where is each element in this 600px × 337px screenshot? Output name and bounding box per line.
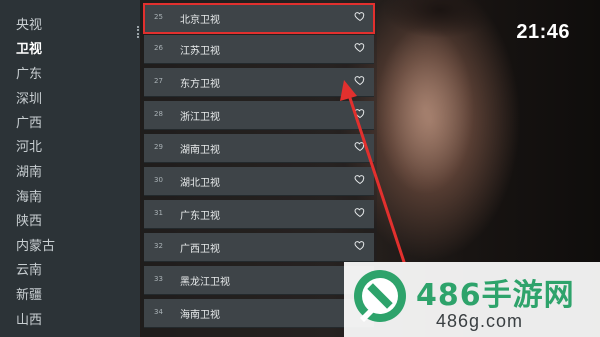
channel-row[interactable]: 29 湖南卫视	[144, 134, 374, 163]
province-item[interactable]: 央视	[16, 14, 42, 33]
favorite-heart-icon[interactable]	[354, 10, 366, 22]
channel-name: 湖北卫视	[180, 178, 220, 189]
favorite-heart-icon[interactable]	[354, 107, 366, 119]
channel-name: 浙江卫视	[180, 112, 220, 123]
province-item[interactable]: 湖南	[16, 161, 42, 180]
channel-number: 29	[154, 143, 163, 151]
watermark-logo-icon	[354, 270, 406, 322]
channel-name: 江苏卫视	[180, 46, 220, 57]
channel-name: 湖南卫视	[180, 145, 220, 156]
favorite-heart-icon[interactable]	[354, 173, 366, 185]
province-item[interactable]: 内蒙古	[16, 235, 55, 254]
province-item[interactable]: 新疆	[16, 284, 42, 303]
channel-name: 广西卫视	[180, 244, 220, 255]
favorite-heart-icon[interactable]	[354, 41, 366, 53]
channel-number: 32	[154, 242, 163, 250]
province-item[interactable]: 海南	[16, 186, 42, 205]
province-item[interactable]: 云南	[16, 259, 42, 278]
favorite-heart-icon[interactable]	[354, 239, 366, 251]
channel-number: 30	[154, 176, 163, 184]
province-item[interactable]: 河北	[16, 136, 42, 155]
channel-row[interactable]: 32 广西卫视	[144, 233, 374, 262]
channel-name: 海南卫视	[180, 310, 220, 321]
channel-number: 26	[154, 44, 163, 52]
favorite-heart-icon[interactable]	[354, 206, 366, 218]
channel-name: 广东卫视	[180, 211, 220, 222]
channel-name: 北京卫视	[180, 15, 220, 26]
channel-number: 28	[154, 110, 163, 118]
favorite-heart-icon[interactable]	[354, 74, 366, 86]
province-item[interactable]: 陕西	[16, 210, 42, 229]
clock: 21:46	[516, 21, 570, 43]
province-list: 央视 卫视 广东 深圳 广西 河北 湖南 海南 陕西 内蒙古 云南 新疆 山西	[0, 0, 140, 337]
channel-name: 东方卫视	[180, 79, 220, 90]
channel-row[interactable]: 31 广东卫视	[144, 200, 374, 229]
channel-number: 31	[154, 209, 163, 217]
watermark-title: 486手游网	[416, 278, 575, 313]
channel-row[interactable]: 33 黑龙江卫视	[144, 266, 374, 295]
channel-row[interactable]: 26 江苏卫视	[144, 35, 374, 64]
province-item[interactable]: 深圳	[16, 88, 42, 107]
province-item[interactable]: 广西	[16, 112, 42, 131]
channel-number: 33	[154, 275, 163, 283]
province-item[interactable]: 广东	[16, 63, 42, 82]
province-item-active[interactable]: 卫视	[16, 38, 42, 57]
channel-row[interactable]: 27 东方卫视	[144, 68, 374, 97]
province-item[interactable]: 山西	[16, 309, 42, 328]
channel-number: 27	[154, 77, 163, 85]
channel-name: 黑龙江卫视	[180, 277, 230, 288]
channel-list: 25 北京卫视 26 江苏卫视 27 东方卫视 28 浙江卫视 29 湖南卫视 …	[141, 0, 377, 337]
channel-row[interactable]: 34 海南卫视	[144, 299, 374, 328]
favorite-heart-icon[interactable]	[354, 140, 366, 152]
channel-number: 34	[154, 308, 163, 316]
watermark-url: 486g.com	[436, 311, 524, 331]
channel-row[interactable]: 25 北京卫视	[143, 3, 375, 34]
channel-row[interactable]: 28 浙江卫视	[144, 101, 374, 130]
channel-number: 25	[154, 13, 163, 21]
video-subject-hair	[380, 0, 500, 60]
channel-row[interactable]: 30 湖北卫视	[144, 167, 374, 196]
